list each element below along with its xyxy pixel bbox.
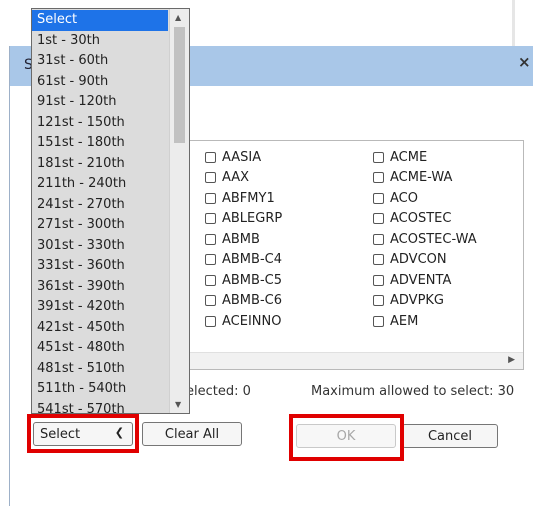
checkbox-item[interactable]: AEM: [373, 311, 477, 332]
listbox-option[interactable]: 31st - 60th: [32, 51, 168, 72]
checkbox-list-panel: AASIA AAX ABFMY1 ABLEGRP ABMB ABMB-C4 ABMB-C5 A…: [186, 140, 524, 370]
listbox-option[interactable]: 511th - 540th: [32, 379, 168, 400]
listbox-option[interactable]: 361st - 390th: [32, 277, 168, 298]
listbox-option[interactable]: 121st - 150th: [32, 113, 168, 134]
listbox-option[interactable]: 421st - 450th: [32, 318, 168, 339]
max-allowed-text: Maximum allowed to select: 30: [311, 384, 515, 399]
listbox-option[interactable]: Select: [32, 10, 168, 31]
checkbox-item[interactable]: ADVENTA: [373, 270, 477, 291]
listbox-option[interactable]: 331st - 360th: [32, 256, 168, 277]
checkbox-item[interactable]: ABMB-C6: [205, 291, 282, 312]
checkbox-item[interactable]: ABFMY1: [205, 188, 282, 209]
listbox-option[interactable]: 391st - 420th: [32, 297, 168, 318]
listbox-option[interactable]: 301st - 330th: [32, 236, 168, 257]
checkbox-label: ADVPKG: [390, 293, 445, 309]
listbox-option[interactable]: 151st - 180th: [32, 133, 168, 154]
listbox-option[interactable]: 61st - 90th: [32, 72, 168, 93]
horizontal-scrollbar[interactable]: ▶: [187, 352, 523, 369]
scrollbar-thumb[interactable]: [174, 27, 185, 143]
checkbox-item[interactable]: ABMB: [205, 229, 282, 250]
listbox-option[interactable]: 1st - 30th: [32, 31, 168, 52]
checkbox-label: ADVCON: [390, 252, 447, 268]
checkbox-item[interactable]: ACOSTEC: [373, 209, 477, 230]
checkbox[interactable]: [373, 274, 384, 286]
background-divider: [512, 0, 515, 46]
close-icon[interactable]: ×: [518, 53, 531, 71]
checkbox[interactable]: [373, 295, 384, 307]
checkbox-item[interactable]: AAX: [205, 168, 282, 189]
checkbox-label: AAX: [222, 170, 250, 186]
checkbox[interactable]: [205, 315, 216, 327]
checkbox[interactable]: [205, 295, 216, 307]
checkbox-label: ABFMY1: [222, 190, 275, 206]
checkbox-label: ABMB: [222, 231, 260, 247]
checkbox[interactable]: [373, 254, 384, 266]
highlight-select-dropdown: [27, 414, 139, 453]
checkbox-column-2: ACME ACME-WA ACO ACOSTEC ACOSTEC-WA ADVCON ADV…: [373, 147, 477, 332]
checkbox-item[interactable]: ADVPKG: [373, 291, 477, 312]
checkbox-label: ADVENTA: [390, 272, 452, 288]
listbox-option[interactable]: 451st - 480th: [32, 338, 168, 359]
checkbox[interactable]: [205, 172, 216, 184]
checkbox-item[interactable]: ACME: [373, 147, 477, 168]
listbox-option[interactable]: 541st - 570th: [32, 400, 168, 414]
checkbox[interactable]: [205, 233, 216, 245]
listbox-option[interactable]: 271st - 300th: [32, 215, 168, 236]
checkbox[interactable]: [373, 151, 384, 163]
checkbox-item[interactable]: AASIA: [205, 147, 282, 168]
checkbox-item[interactable]: ACME-WA: [373, 168, 477, 189]
range-options-listbox[interactable]: ▲ ▼ Select 1st - 30th 31st - 60th 61st - 90…: [31, 8, 190, 414]
listbox-option[interactable]: 481st - 510th: [32, 359, 168, 380]
checkbox[interactable]: [373, 172, 384, 184]
checkbox[interactable]: [373, 213, 384, 225]
checkbox-label: ACME-WA: [390, 170, 453, 186]
checkbox-item[interactable]: ABLEGRP: [205, 209, 282, 230]
scroll-up-icon[interactable]: ▲: [175, 13, 181, 22]
scroll-right-icon[interactable]: ▶: [508, 355, 515, 365]
checkbox-label: AEM: [390, 313, 419, 329]
checkbox-column-1: AASIA AAX ABFMY1 ABLEGRP ABMB ABMB-C4 ABMB-C5 A…: [205, 147, 282, 332]
checkbox[interactable]: [373, 233, 384, 245]
checkbox-item[interactable]: ABMB-C4: [205, 250, 282, 271]
listbox-option[interactable]: 181st - 210th: [32, 154, 168, 175]
checkbox-label: ACO: [390, 190, 418, 206]
checkbox[interactable]: [373, 315, 384, 327]
checkbox-label: ACME: [390, 149, 428, 165]
checkbox-label: ABMB-C6: [222, 293, 282, 309]
checkbox[interactable]: [205, 192, 216, 204]
highlight-ok-button: [289, 414, 404, 461]
checkbox[interactable]: [373, 192, 384, 204]
checkbox[interactable]: [205, 274, 216, 286]
selected-count: elected: 0: [186, 384, 251, 399]
clear-all-button[interactable]: Clear All: [142, 422, 242, 446]
listbox-option[interactable]: 211th - 240th: [32, 174, 168, 195]
checkbox[interactable]: [205, 213, 216, 225]
checkbox-item[interactable]: ADVCON: [373, 250, 477, 271]
checkbox-label: ABMB-C4: [222, 252, 282, 268]
scroll-down-icon[interactable]: ▼: [175, 400, 181, 409]
checkbox-label: AASIA: [222, 149, 262, 165]
cancel-button[interactable]: Cancel: [402, 424, 498, 448]
checkbox-label: ACOSTEC-WA: [390, 231, 477, 247]
checkbox-label: ACOSTEC: [390, 211, 452, 227]
listbox-scrollbar[interactable]: ▲ ▼: [169, 9, 189, 413]
checkbox-item[interactable]: ABMB-C5: [205, 270, 282, 291]
checkbox-label: ABLEGRP: [222, 211, 283, 227]
checkbox-item[interactable]: ACOSTEC-WA: [373, 229, 477, 250]
checkbox-item[interactable]: ACO: [373, 188, 477, 209]
checkbox-label: ABMB-C5: [222, 272, 282, 288]
checkbox-item[interactable]: ACEINNO: [205, 311, 282, 332]
listbox-option[interactable]: 91st - 120th: [32, 92, 168, 113]
checkbox-label: ACEINNO: [222, 313, 282, 329]
checkbox[interactable]: [205, 151, 216, 163]
checkbox[interactable]: [205, 254, 216, 266]
listbox-option[interactable]: 241st - 270th: [32, 195, 168, 216]
